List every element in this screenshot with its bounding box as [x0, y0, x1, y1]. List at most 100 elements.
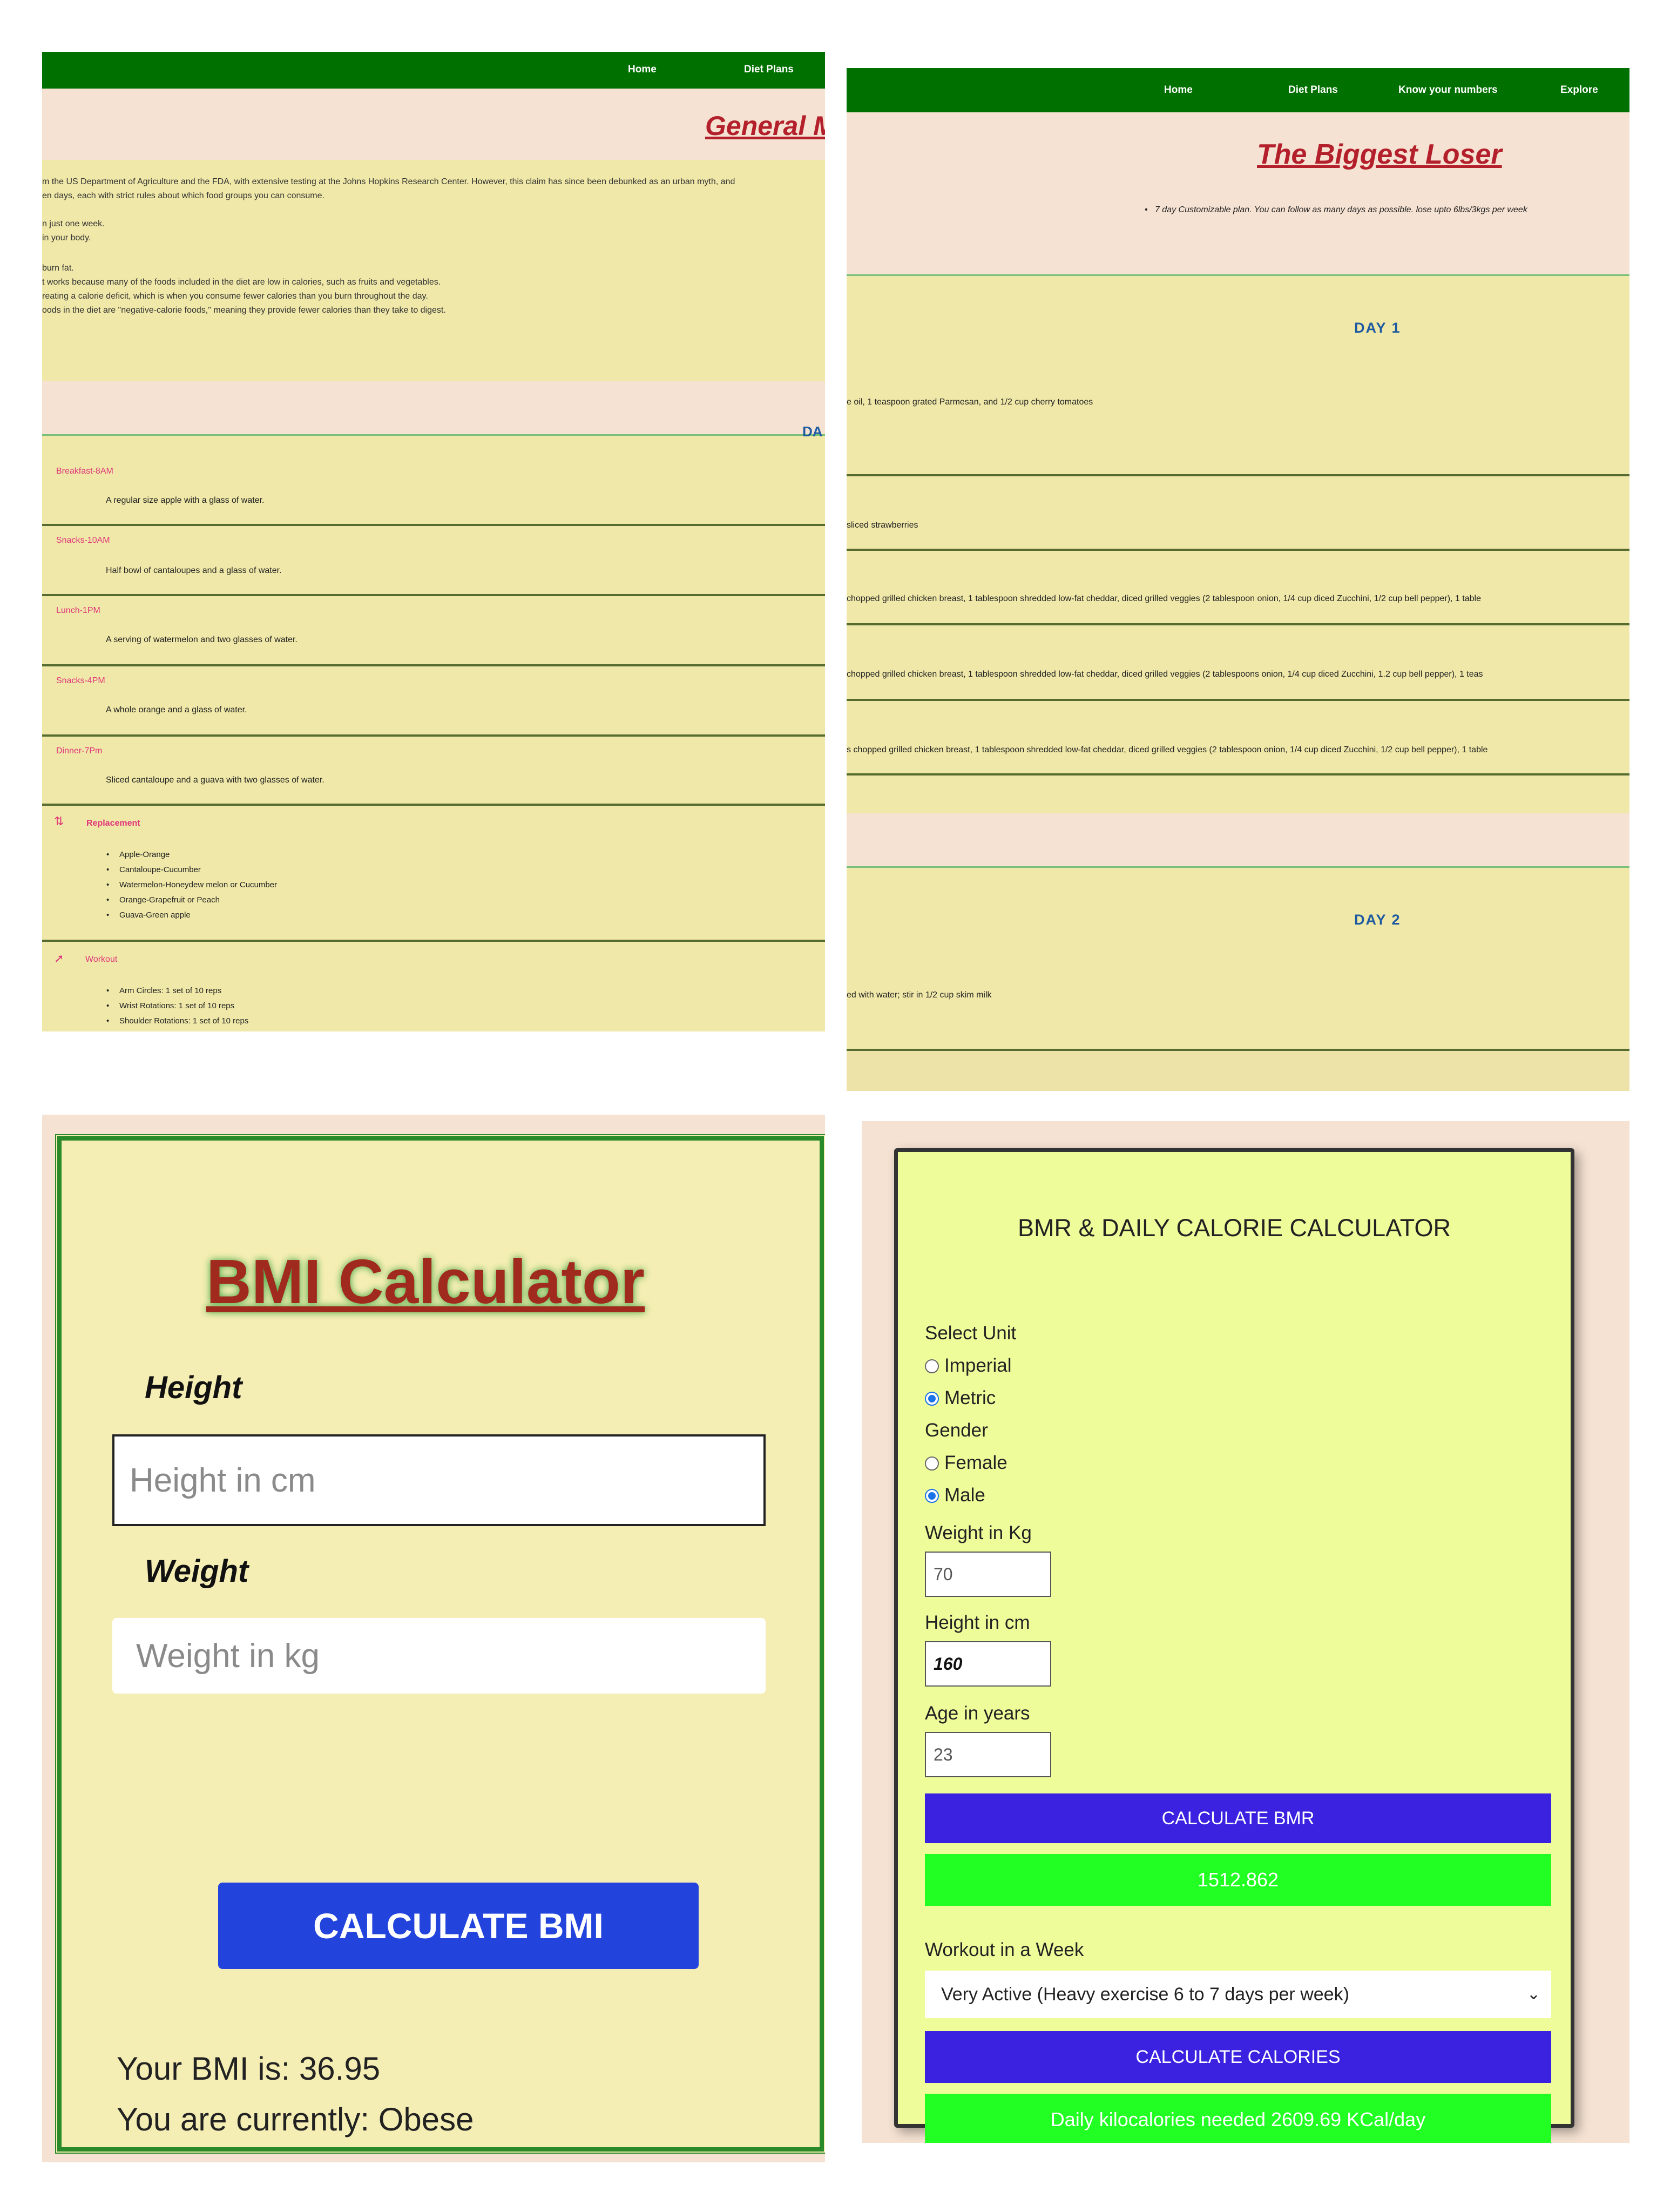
calculate-bmi-button[interactable]: CALCULATE BMI: [218, 1883, 699, 1969]
intro-line: reating a calorie deficit, which is when…: [42, 292, 428, 301]
radio-checked-icon[interactable]: [925, 1489, 939, 1503]
bmi-title: BMI Calculator: [206, 1246, 645, 1317]
unit-label: Select Unit: [925, 1323, 1017, 1344]
calories-result: Daily kilocalories needed 2609.69 KCal/d…: [925, 2094, 1551, 2143]
divider: [847, 274, 1629, 276]
nav-diet-plans-link[interactable]: Diet Plans: [1288, 84, 1338, 96]
bmi-calculator-screenshot: BMI Calculator Height Weight CALCULATE B…: [42, 1115, 825, 2162]
meal-line: e oil, 1 teaspoon grated Parmesan, and 1…: [847, 397, 1093, 407]
nav-explore-link[interactable]: Explore: [1560, 84, 1598, 96]
meal-time: Breakfast-8AM: [56, 467, 113, 476]
divider: [847, 474, 1629, 476]
intro-line: in your body.: [42, 233, 91, 242]
intro-line: m the US Department of Agriculture and t…: [42, 177, 735, 186]
intro-line: t works because many of the foods includ…: [42, 278, 441, 287]
list-item: Wrist Rotations: 1 set of 10 reps: [106, 1001, 234, 1010]
calculate-calories-button[interactable]: CALCULATE CALORIES: [925, 2031, 1551, 2083]
dumbbell-icon: ➚: [54, 952, 64, 965]
divider: [847, 549, 1629, 551]
intro-line: oods in the diet are "negative-calorie f…: [42, 306, 446, 315]
meal-line: ed with water; stir in 1/2 cup skim milk: [847, 990, 992, 1000]
meal-time: Lunch-1PM: [56, 606, 100, 615]
intro-line: burn fat.: [42, 264, 74, 273]
divider: [847, 699, 1629, 701]
meal-line: s chopped grilled chicken breast, 1 tabl…: [847, 745, 1488, 754]
divider: [42, 804, 825, 806]
workout-select-value: Very Active (Heavy exercise 6 to 7 days …: [941, 1984, 1349, 2005]
bmr-card: BMR & DAILY CALORIE CALCULATOR Select Un…: [894, 1148, 1574, 2143]
top-nav-bar: Home Diet Plans Know your numbers Explor…: [847, 68, 1629, 112]
swap-icon: ⇅: [54, 814, 64, 828]
age-input[interactable]: [925, 1732, 1051, 1777]
workout-heading: Workout: [85, 955, 118, 964]
radio-checked-icon[interactable]: [925, 1392, 939, 1406]
intro-line: en days, each with strict rules about wh…: [42, 191, 324, 200]
bmi-result: Your BMI is: 36.95: [117, 2051, 381, 2087]
day-heading: DA: [802, 423, 823, 440]
page-title: The Biggest Loser: [1257, 139, 1502, 170]
divider: [847, 773, 1629, 775]
meal-text: A whole orange and a glass of water.: [106, 705, 247, 714]
list-item: Cantaloupe-Cucumber: [106, 865, 201, 874]
divider: [847, 866, 1629, 868]
section-gap: [847, 813, 1629, 867]
day-heading: DAY 1: [1354, 320, 1401, 336]
nav-know-numbers-link[interactable]: Know your numbers: [1398, 84, 1498, 96]
intro-line: n just one week.: [42, 219, 105, 228]
nav-home-link[interactable]: Home: [1164, 84, 1193, 96]
chevron-down-icon: ⌄: [1526, 1985, 1540, 2003]
biggest-loser-screenshot: Home Diet Plans Know your numbers Explor…: [847, 68, 1629, 1091]
nav-home-link[interactable]: Home: [628, 64, 657, 76]
divider: [42, 524, 825, 526]
general-diet-plan-screenshot: Home Diet Plans General M m the US Depar…: [42, 52, 825, 1031]
meal-line: chopped grilled chicken breast, 1 tables…: [847, 670, 1483, 679]
workout-select[interactable]: Very Active (Heavy exercise 6 to 7 days …: [925, 1971, 1551, 2018]
meal-text: A serving of watermelon and two glasses …: [106, 635, 297, 644]
divider: [42, 664, 825, 666]
weight-input[interactable]: [925, 1552, 1051, 1597]
radio-imperial[interactable]: Imperial: [925, 1355, 1011, 1377]
meal-text: A regular size apple with a glass of wat…: [106, 496, 265, 505]
divider: [42, 594, 825, 596]
gender-label: Gender: [925, 1420, 988, 1441]
plan-bullet: • 7 day Customizable plan. You can follo…: [1145, 205, 1527, 214]
bmi-status: You are currently: Obese: [117, 2101, 474, 2137]
list-item: Arm Circles: 1 set of 10 reps: [106, 986, 221, 995]
list-item: Watermelon-Honeydew melon or Cucumber: [106, 880, 277, 889]
list-item: Shoulder Rotations: 1 set of 10 reps: [106, 1016, 248, 1026]
weight-label: Weight in Kg: [925, 1522, 1032, 1543]
footer-gap: [847, 1051, 1629, 1091]
weight-label: Weight: [145, 1554, 249, 1589]
weight-input[interactable]: [112, 1618, 766, 1694]
radio-female[interactable]: Female: [925, 1452, 1007, 1474]
day-heading: DAY 2: [1354, 912, 1401, 928]
list-item: Guava-Green apple: [106, 911, 191, 920]
meal-line: sliced strawberries: [847, 521, 918, 530]
radio-metric[interactable]: Metric: [925, 1387, 996, 1409]
meal-time: Snacks-4PM: [56, 676, 105, 685]
top-nav-bar: Home Diet Plans: [42, 52, 825, 89]
meal-time: Snacks-10AM: [56, 536, 110, 545]
calculate-bmr-button[interactable]: CALCULATE BMR: [925, 1793, 1551, 1843]
nav-diet-plans-link[interactable]: Diet Plans: [744, 64, 794, 76]
workout-label: Workout in a Week: [925, 1939, 1084, 1960]
list-item: Apple-Orange: [106, 850, 170, 859]
radio-male[interactable]: Male: [925, 1485, 985, 1506]
list-item: Orange-Grapefruit or Peach: [106, 895, 220, 905]
meal-text: Half bowl of cantaloupes and a glass of …: [106, 566, 282, 575]
bmr-calculator-screenshot: BMR & DAILY CALORIE CALCULATOR Select Un…: [862, 1121, 1629, 2143]
radio-unchecked-icon[interactable]: [925, 1456, 939, 1471]
header-section: [847, 112, 1629, 274]
height-input[interactable]: [925, 1641, 1051, 1687]
radio-unchecked-icon[interactable]: [925, 1359, 939, 1373]
calculator-title: BMR & DAILY CALORIE CALCULATOR: [1018, 1214, 1451, 1242]
age-label: Age in years: [925, 1703, 1030, 1724]
meal-line: chopped grilled chicken breast, 1 tables…: [847, 594, 1481, 603]
height-label: Height in cm: [925, 1612, 1030, 1633]
height-input[interactable]: [112, 1434, 766, 1526]
replacement-heading: Replacement: [86, 819, 140, 828]
page-title: General M: [705, 111, 825, 141]
bmi-card: BMI Calculator Height Weight CALCULATE B…: [55, 1134, 825, 2154]
divider: [42, 940, 825, 942]
divider: [42, 734, 825, 737]
